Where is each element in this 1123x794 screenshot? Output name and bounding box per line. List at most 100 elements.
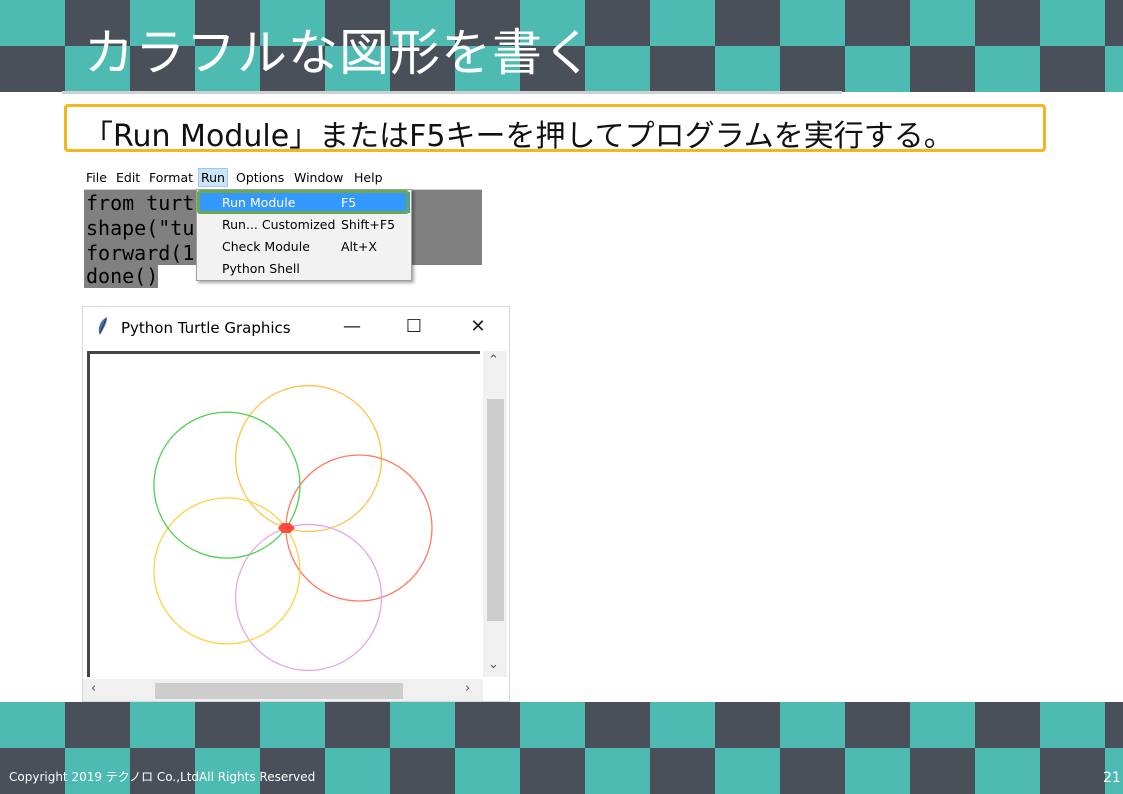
check-module-item[interactable]: Check Module Alt+X: [198, 236, 410, 257]
checker-cell: [910, 702, 975, 748]
checker-cell: [975, 46, 1040, 92]
scroll-down-icon[interactable]: ⌄: [488, 657, 499, 672]
menu-window[interactable]: Window: [292, 170, 345, 185]
slide-title: カラフルな図形を書く: [84, 24, 594, 82]
scroll-right-icon[interactable]: ›: [465, 681, 470, 696]
turtle-window: Python Turtle Graphics — ☐ ✕ ⌃ ⌄ ‹ ›: [82, 306, 510, 702]
checker-cell: [910, 46, 975, 92]
vertical-scrollbar[interactable]: ⌃ ⌄: [483, 351, 507, 677]
checker-cell: [1105, 0, 1123, 46]
code-editor-tail[interactable]: done(): [84, 264, 158, 288]
scroll-up-icon[interactable]: ⌃: [488, 353, 499, 368]
menu-options[interactable]: Options: [234, 170, 286, 185]
checker-cell: [1040, 748, 1105, 794]
checker-cell: [650, 748, 715, 794]
instruction-text: 「Run Module」またはF5キーを押してプログラムを実行する。: [83, 119, 954, 154]
checker-cell: [975, 748, 1040, 794]
run-customized-item[interactable]: Run... Customized Shift+F5: [198, 214, 410, 235]
menu-item-label: Run... Customized: [222, 217, 336, 232]
checker-cell: [520, 702, 585, 748]
title-underline: [62, 91, 842, 94]
checker-cell: [1105, 702, 1123, 748]
vertical-scroll-thumb[interactable]: [487, 399, 504, 621]
menu-format[interactable]: Format: [147, 170, 195, 185]
checker-cell: [390, 702, 455, 748]
checker-cell: [715, 46, 780, 92]
checker-cell: [585, 702, 650, 748]
checker-cell: [975, 0, 1040, 46]
menu-item-label: Run Module: [222, 195, 296, 210]
checker-cell: [455, 702, 520, 748]
checker-cell: [585, 748, 650, 794]
horizontal-scrollbar[interactable]: ‹ ›: [83, 679, 483, 701]
checker-cell: [715, 748, 780, 794]
checker-cell: [520, 748, 585, 794]
menu-file[interactable]: File: [84, 170, 109, 185]
page-number: 21: [1103, 770, 1121, 786]
code-line: forward(1(: [86, 241, 207, 265]
python-shell-item[interactable]: Python Shell: [198, 258, 410, 279]
checker-cell: [65, 702, 130, 748]
turtle-canvas[interactable]: [87, 351, 480, 677]
checker-cell: [1040, 0, 1105, 46]
feather-icon: [98, 317, 107, 335]
minimize-button[interactable]: —: [335, 313, 369, 341]
checker-cell: [845, 0, 910, 46]
menu-item-accel: F5: [341, 195, 357, 210]
turtle-drawing: [153, 384, 433, 672]
circle-shape: [153, 411, 301, 559]
checker-cell: [1040, 46, 1105, 92]
checker-cell: [325, 702, 390, 748]
checker-cell: [325, 748, 390, 794]
maximize-button[interactable]: ☐: [397, 313, 431, 341]
checker-cell: [910, 0, 975, 46]
menu-edit[interactable]: Edit: [114, 170, 142, 185]
checker-cell: [260, 702, 325, 748]
checker-cell: [845, 702, 910, 748]
checker-cell: [585, 46, 650, 92]
menu-help[interactable]: Help: [352, 170, 385, 185]
close-button[interactable]: ✕: [461, 313, 495, 341]
checker-cell: [650, 46, 715, 92]
menu-item-label: Check Module: [222, 239, 310, 254]
idle-menubar: File Edit Format Run Options Window Help: [84, 168, 482, 188]
checker-cell: [0, 702, 65, 748]
menu-item-label: Python Shell: [222, 261, 300, 276]
checker-cell: [715, 702, 780, 748]
checker-cell: [910, 748, 975, 794]
menu-item-accel: Alt+X: [341, 239, 377, 254]
window-title: Python Turtle Graphics: [121, 319, 291, 337]
horizontal-scroll-thumb[interactable]: [155, 683, 403, 699]
checker-cell: [780, 0, 845, 46]
checker-cell: [845, 748, 910, 794]
checker-cell: [0, 0, 65, 46]
circle-shape: [285, 454, 433, 602]
circle-shape: [234, 384, 383, 533]
checker-cell: [1040, 702, 1105, 748]
circle-shape: [234, 523, 383, 672]
checker-cell: [715, 0, 780, 46]
checker-cell: [390, 748, 455, 794]
checker-cell: [455, 748, 520, 794]
menu-run[interactable]: Run: [198, 168, 228, 187]
copyright-text: Copyright 2019 テクノロ Co.,LtdAll Rights Re…: [9, 770, 316, 784]
checker-cell: [1105, 46, 1123, 92]
code-line: from turt: [86, 191, 195, 215]
checker-cell: [780, 46, 845, 92]
circle-shape: [153, 497, 301, 645]
menu-item-accel: Shift+F5: [341, 217, 396, 232]
checker-cell: [975, 702, 1040, 748]
instruction-callout: 「Run Module」またはF5キーを押してプログラムを実行する。: [64, 104, 1046, 154]
checker-cell: [585, 0, 650, 46]
scroll-left-icon[interactable]: ‹: [91, 681, 96, 696]
checker-cell: [780, 702, 845, 748]
checker-cell: [195, 702, 260, 748]
code-line: shape("tu: [86, 216, 195, 240]
checker-cell: [650, 702, 715, 748]
checker-cell: [780, 748, 845, 794]
run-module-item[interactable]: Run Module F5: [198, 192, 410, 213]
checker-cell: [130, 702, 195, 748]
turtle-icon: [278, 523, 295, 533]
checker-cell: [845, 46, 910, 92]
code-line: done(): [86, 264, 159, 288]
